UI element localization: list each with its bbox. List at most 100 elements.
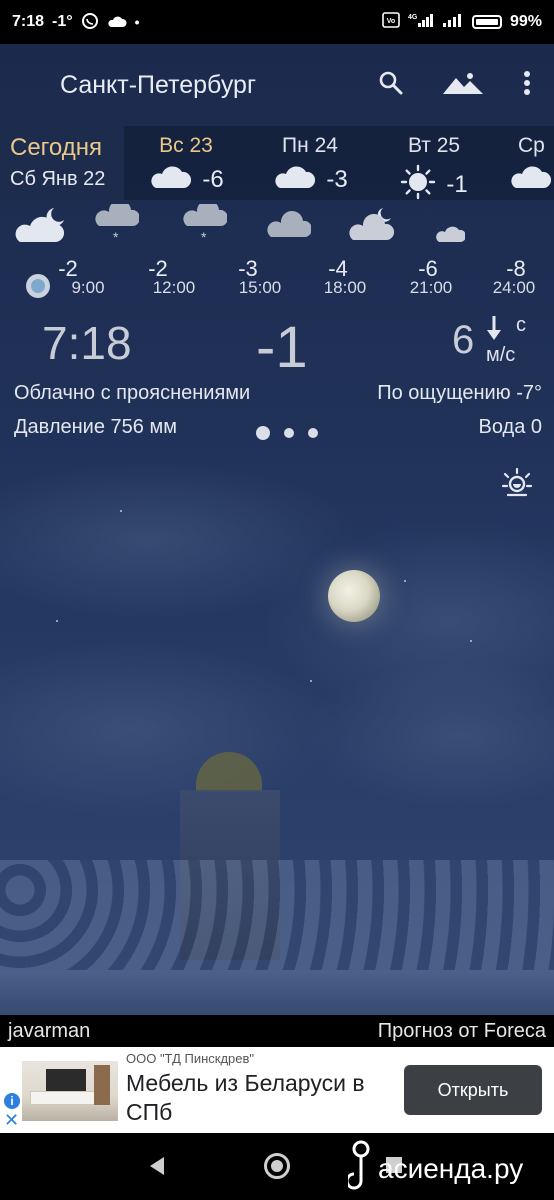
tab-day-wednesday[interactable]: Ср: [496, 126, 554, 200]
signal-icon: [442, 12, 464, 33]
search-icon[interactable]: [376, 68, 406, 98]
star: [470, 640, 472, 642]
forecast-source[interactable]: Прогноз от Foreca: [378, 1020, 546, 1043]
current-conditions[interactable]: 7:18 -1 6 с м/с Облачно с прояснениями П…: [0, 312, 554, 452]
battery-icon: [471, 15, 502, 29]
pressure: Давление 756 мм: [14, 416, 177, 438]
ad-image-tv: [46, 1069, 86, 1091]
page-dot-active: [256, 426, 270, 440]
hour-time: 18:00: [323, 278, 367, 297]
star: [56, 620, 58, 622]
tab-day-tuesday[interactable]: Вт 25 -1: [372, 126, 496, 200]
watermark-logo-icon: [345, 1137, 374, 1200]
hour-time: 15:00: [238, 278, 282, 297]
app-header: Санкт-Петербург: [0, 44, 554, 126]
nav-back-button[interactable]: [150, 1157, 164, 1175]
page-dot: [284, 428, 294, 438]
battery-level: 99%: [509, 13, 542, 30]
landscape-icon[interactable]: [442, 68, 484, 98]
ad-title[interactable]: Мебель из Беларуси в СПб: [126, 1069, 396, 1127]
frozen-river: [0, 970, 554, 1015]
status-time: 7:18: [12, 13, 45, 30]
status-temp: -1°: [52, 13, 73, 30]
sun-moon-info-icon[interactable]: [500, 466, 534, 500]
current-temp: -1: [256, 315, 308, 380]
watermark-text: асиенда.ру: [378, 1152, 524, 1184]
status-left: 7:18 -1° •: [12, 12, 140, 33]
hour-item[interactable]: [248, 204, 328, 244]
ad-sponsor: ООО "ТД Пинскдрев": [126, 1051, 255, 1066]
star: [310, 680, 312, 682]
ad-info-icon[interactable]: i: [4, 1093, 20, 1109]
hour-entry: 24:00: [474, 276, 554, 298]
ad-open-button[interactable]: Открыть: [404, 1065, 542, 1115]
cloud-icon: [148, 164, 192, 195]
city-title[interactable]: Санкт-Петербург: [60, 71, 256, 100]
page-indicator[interactable]: [256, 426, 318, 440]
hour-time: 9:00: [71, 278, 105, 297]
watermark: асиенда.ру: [345, 1137, 524, 1200]
day-name: Пн 24: [282, 134, 338, 157]
tab-day-sunday[interactable]: Вс 23 -6: [124, 126, 248, 200]
ad-image[interactable]: [22, 1061, 118, 1121]
cloud-icon: [508, 164, 552, 195]
hour-entry: 21:00: [391, 276, 471, 298]
4g-signal-icon: 4G: [408, 12, 434, 33]
cloud-moon-icon: [0, 204, 80, 244]
sun-icon: [400, 164, 436, 205]
tab-today[interactable]: Сегодня Сб Янв 22: [0, 126, 124, 200]
today-label: Сегодня: [10, 134, 102, 161]
hour-entry: 12:00: [134, 276, 214, 298]
svg-text:Vo: Vo: [387, 18, 395, 25]
header-actions: [376, 68, 534, 98]
volte-icon: Vo: [382, 11, 400, 33]
svg-text:*: *: [201, 229, 207, 244]
ad-image-cabinet: [94, 1065, 110, 1105]
day-tabs: Сегодня Сб Янв 22 Вс 23 -6 Пн 24 -3 Вт 2…: [0, 126, 554, 200]
footer-bar: javarman Прогноз от Foreca: [0, 1015, 554, 1047]
status-bar: 7:18 -1° • Vo 4G 99%: [0, 0, 554, 44]
star: [404, 580, 406, 582]
current-time: 7:18: [42, 317, 132, 369]
hour-item[interactable]: [400, 204, 480, 244]
hour-item[interactable]: *: [164, 204, 244, 244]
moon-image: [328, 570, 380, 622]
tab-day-monday[interactable]: Пн 24 -3: [248, 126, 372, 200]
wind-direction-icon: [486, 314, 502, 342]
star: [120, 510, 122, 512]
hour-time: 12:00: [152, 278, 196, 297]
cloud-snow-icon: *: [164, 204, 244, 244]
hour-item[interactable]: *: [76, 204, 156, 244]
hour-entry: 15:00: [220, 276, 300, 298]
today-date: Сб Янв 22: [10, 168, 106, 190]
wind-speed: 6: [452, 318, 475, 362]
water-temp: Вода 0: [478, 416, 543, 438]
hour-time: 21:00: [409, 278, 453, 297]
day-temp: -1: [446, 170, 468, 198]
cloud-icon: [107, 14, 127, 31]
svg-text:4G: 4G: [408, 14, 418, 21]
day-temp: -3: [326, 165, 348, 193]
hour-time: 24:00: [492, 278, 536, 297]
hour-entry: 18:00: [305, 276, 385, 298]
photo-author[interactable]: javarman: [8, 1020, 90, 1043]
hour-item[interactable]: [0, 204, 80, 244]
status-right: Vo 4G 99%: [382, 11, 542, 33]
day-name: Ср: [518, 134, 545, 157]
wind-unit: м/с: [486, 344, 516, 366]
nav-home-button[interactable]: [264, 1153, 290, 1179]
page-dot: [308, 428, 318, 438]
ad-banner[interactable]: i ✕ ООО "ТД Пинскдрев" Мебель из Беларус…: [0, 1047, 554, 1133]
feels-like: По ощущению -7°: [377, 382, 542, 404]
snowy-trees: [0, 860, 554, 970]
ad-close-icon[interactable]: ✕: [4, 1111, 19, 1129]
hour-entry: 9:00: [48, 276, 128, 298]
whatsapp-icon: [81, 12, 99, 33]
system-nav-bar: асиенда.ру: [0, 1133, 554, 1200]
weather-description: Облачно с прояснениями: [14, 382, 251, 404]
day-name: Вт 25: [407, 134, 461, 157]
moon-cloud-icon: [400, 204, 480, 244]
more-vert-icon[interactable]: [520, 68, 534, 98]
svg-text:*: *: [113, 229, 119, 244]
day-name: Вс 23: [159, 134, 213, 157]
